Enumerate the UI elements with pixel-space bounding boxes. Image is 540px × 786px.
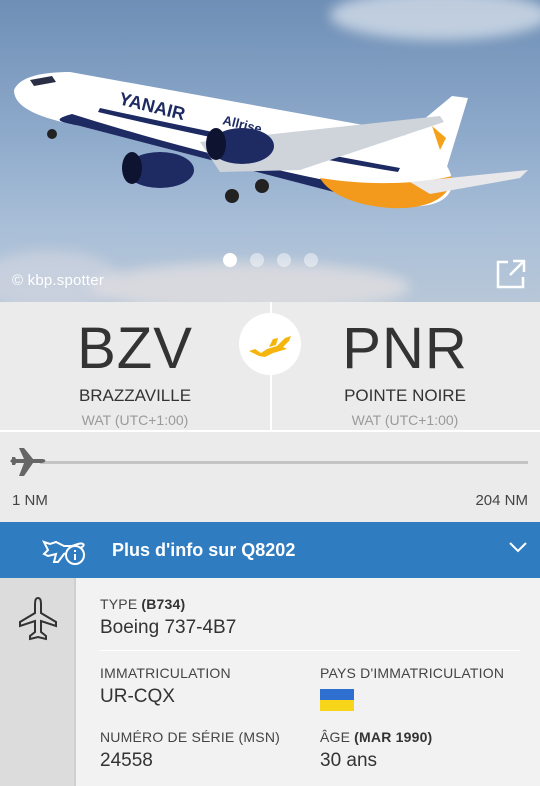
progress-track <box>40 461 528 464</box>
chevron-down-icon[interactable] <box>508 540 528 554</box>
registration-field: IMMATRICULATION UR-CQX <box>100 665 231 708</box>
flight-progress: 1 NM 204 NM <box>0 430 540 522</box>
country-label: PAYS D'IMMATRICULATION <box>320 665 505 681</box>
airplane-icon <box>249 336 291 357</box>
type-code: (B734) <box>141 596 186 612</box>
aircraft-icon <box>19 596 57 641</box>
more-info-bar[interactable]: Plus d'info sur Q8202 <box>0 522 540 578</box>
distance-flown: 1 NM <box>12 492 48 509</box>
registration-value: UR-CQX <box>100 686 175 707</box>
type-label-text: TYPE <box>100 596 138 612</box>
divider <box>100 650 520 651</box>
age-label-text: ÂGE <box>320 729 351 745</box>
origin-city: BRAZZAVILLE <box>78 386 192 405</box>
origin-code: BZV <box>77 316 193 381</box>
age-label: ÂGE (MAR 1990) <box>320 729 432 745</box>
carousel-dot[interactable] <box>276 253 291 267</box>
aircraft-photo[interactable]: YANAIR Allrise © kbp.spotter <box>0 0 540 302</box>
type-field: TYPE (B734) Boeing 737-4B7 <box>100 596 236 639</box>
carousel-dot[interactable] <box>222 253 237 267</box>
msn-label: NUMÉRO DE SÉRIE (MSN) <box>100 729 280 745</box>
ukraine-flag-icon <box>320 689 354 711</box>
external-link-icon[interactable] <box>496 259 526 289</box>
plane-info-icon <box>42 540 85 565</box>
age-date: (MAR 1990) <box>354 729 433 745</box>
age-value: 30 ans <box>320 750 378 771</box>
aircraft-details: TYPE (B734) Boeing 737-4B7 IMMATRICULATIO… <box>0 578 540 786</box>
route-panel: BZV BRAZZAVILLE WAT (UTC+1:00) PNR POINT… <box>0 302 540 430</box>
destination-code: PNR <box>342 316 468 381</box>
destination-timezone: WAT (UTC+1:00) <box>351 412 459 428</box>
carousel-dot[interactable] <box>303 253 318 267</box>
details-content: TYPE (B734) Boeing 737-4B7 IMMATRICULATIO… <box>76 578 540 786</box>
msn-field: NUMÉRO DE SÉRIE (MSN) 24558 <box>100 729 280 772</box>
age-field: ÂGE (MAR 1990) 30 ans <box>320 729 432 772</box>
registration-label: IMMATRICULATION <box>100 665 231 681</box>
destination-city: POINTE NOIRE <box>344 386 466 405</box>
plane-position-icon <box>10 448 46 476</box>
route-plane-badge <box>239 313 301 375</box>
carousel-dot[interactable] <box>249 253 264 267</box>
carousel-dots[interactable] <box>0 253 540 267</box>
destination-airport[interactable]: PNR POINTE NOIRE WAT (UTC+1:00) <box>270 302 540 430</box>
origin-airport[interactable]: BZV BRAZZAVILLE WAT (UTC+1:00) <box>0 302 270 430</box>
type-label: TYPE (B734) <box>100 596 236 612</box>
distance-remaining: 204 NM <box>475 492 528 509</box>
origin-timezone: WAT (UTC+1:00) <box>81 412 189 428</box>
msn-value: 24558 <box>100 750 153 771</box>
details-sidebar <box>0 578 76 786</box>
type-value: Boeing 737-4B7 <box>100 617 237 638</box>
country-field: PAYS D'IMMATRICULATION <box>320 665 504 711</box>
more-info-label: Plus d'info sur Q8202 <box>112 539 296 560</box>
photo-credit: © kbp.spotter <box>12 272 105 289</box>
